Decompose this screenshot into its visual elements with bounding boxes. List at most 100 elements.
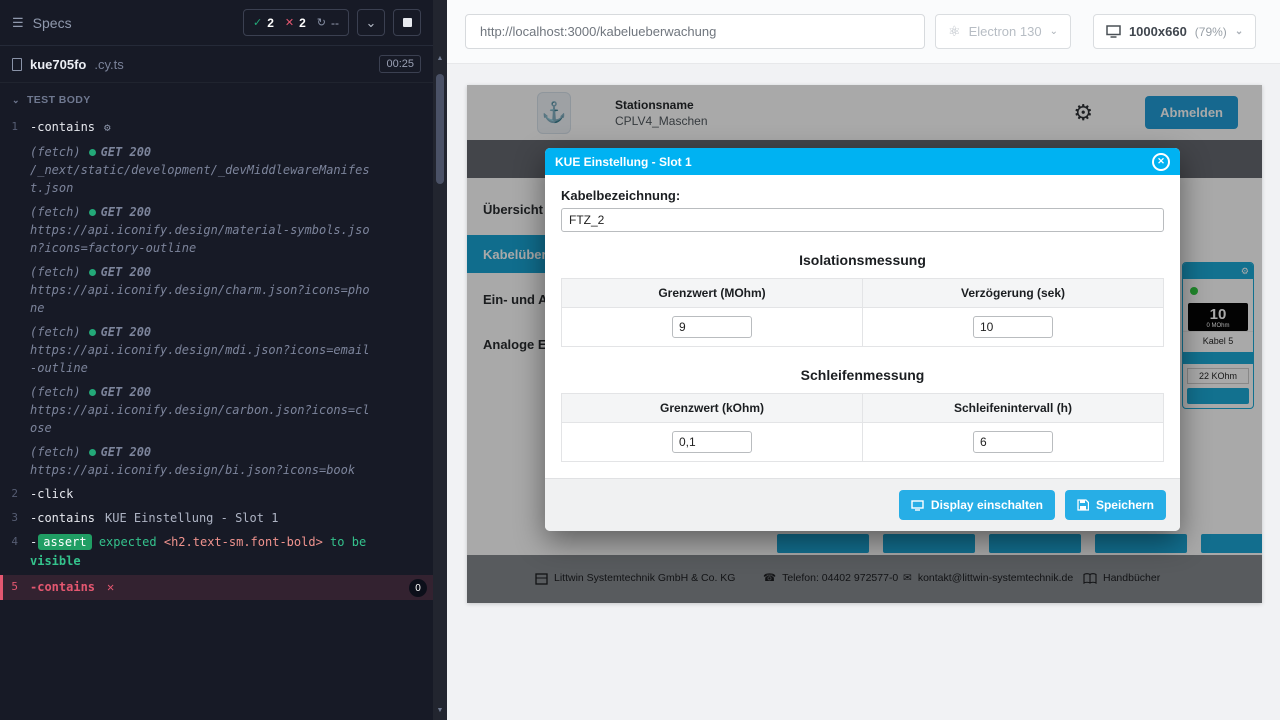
loop-table: Grenzwert (kOhm) Schleifenintervall (h) bbox=[561, 393, 1164, 462]
viewport-select[interactable]: 1000x660 (79%) ⌄ bbox=[1093, 14, 1256, 49]
specs-label: Specs bbox=[33, 15, 72, 31]
command-content: -containsKUE Einstellung - Slot 1 bbox=[30, 509, 427, 527]
fail-x-icon: ✕ bbox=[107, 580, 114, 594]
fetch-url: https://api.iconify.design/carbon.json?i… bbox=[30, 401, 375, 437]
command-content: (fetch)GET 200https://api.iconify.design… bbox=[30, 383, 427, 437]
display-on-button[interactable]: Display einschalten bbox=[899, 490, 1055, 520]
status-ok-dot bbox=[89, 149, 96, 156]
cable-designation-input[interactable] bbox=[561, 208, 1164, 232]
spec-name: kue705fo bbox=[30, 57, 86, 72]
command-content: -contains⚙ bbox=[30, 118, 427, 137]
command-content: (fetch)GET 200https://api.iconify.design… bbox=[30, 323, 427, 377]
spec-extension: .cy.ts bbox=[94, 57, 123, 72]
loop-limit-input[interactable] bbox=[672, 431, 752, 453]
line-number bbox=[0, 203, 30, 205]
command-content: (fetch)GET 200/_next/static/development/… bbox=[30, 143, 427, 197]
loop-interval-input[interactable] bbox=[973, 431, 1053, 453]
line-number bbox=[0, 323, 30, 325]
command-row-click[interactable]: 2-click bbox=[0, 482, 433, 506]
monitor-icon bbox=[911, 500, 924, 511]
viewport-zoom: (79%) bbox=[1195, 25, 1227, 39]
command-row-contains[interactable]: 3-containsKUE Einstellung - Slot 1 bbox=[0, 506, 433, 530]
spec-timer: 00:25 bbox=[379, 55, 421, 73]
command-content: -contains✕ bbox=[30, 578, 409, 596]
scrollbar-thumb[interactable] bbox=[436, 74, 444, 184]
specs-menu-icon: ☰ bbox=[12, 15, 24, 31]
isolation-heading: Isolationsmessung bbox=[561, 252, 1164, 268]
line-number: 1 bbox=[0, 118, 30, 133]
viewport-size: 1000x660 bbox=[1129, 24, 1187, 39]
aut-toolbar: ⚛ Electron 130 ⌄ 1000x660 (79%) ⌄ bbox=[447, 0, 1280, 64]
browser-select[interactable]: ⚛ Electron 130 ⌄ bbox=[935, 14, 1071, 49]
line-number bbox=[0, 383, 30, 385]
iso-limit-header: Grenzwert (MOhm) bbox=[562, 279, 863, 308]
command-row-fetch[interactable]: (fetch)GET 200https://api.iconify.design… bbox=[0, 320, 433, 380]
status-ok-dot bbox=[89, 389, 96, 396]
command-content: -assert expected <h2.text-sm.font-bold> … bbox=[30, 533, 427, 573]
chevron-down-icon: ⌄ bbox=[1050, 26, 1058, 37]
stop-icon bbox=[403, 18, 412, 27]
stat-failed: ✕ 2 bbox=[285, 16, 306, 30]
fetch-url: https://api.iconify.design/bi.json?icons… bbox=[30, 461, 375, 479]
command-row-fetch[interactable]: (fetch)GET 200https://api.iconify.design… bbox=[0, 440, 433, 482]
fetch-url: /_next/static/development/_devMiddleware… bbox=[30, 161, 375, 197]
status-ok-dot bbox=[89, 329, 96, 336]
chevron-down-icon: ⌄ bbox=[12, 95, 20, 106]
reporter-main: ☰ Specs ✓ 2 ✕ 2 ↻ -- bbox=[0, 0, 433, 720]
aut-panel: ⚛ Electron 130 ⌄ 1000x660 (79%) ⌄ ⚓ Stat… bbox=[447, 0, 1280, 720]
electron-icon: ⚛ bbox=[948, 23, 961, 40]
isolation-table: Grenzwert (MOhm) Verzögerung (sek) bbox=[561, 278, 1164, 347]
close-icon[interactable]: ✕ bbox=[1152, 153, 1170, 171]
spec-header: kue705fo .cy.ts 00:25 bbox=[0, 46, 433, 83]
modal-body: Kabelbezeichnung: Isolationsmessung Gren… bbox=[545, 175, 1180, 462]
command-row-assert[interactable]: 4-assert expected <h2.text-sm.font-bold>… bbox=[0, 530, 433, 576]
line-number bbox=[0, 443, 30, 445]
command-row-fetch[interactable]: (fetch)GET 200https://api.iconify.design… bbox=[0, 260, 433, 320]
fetch-url: https://api.iconify.design/mdi.json?icon… bbox=[30, 341, 375, 377]
line-number: 4 bbox=[0, 533, 30, 548]
pending-count: -- bbox=[331, 16, 339, 30]
collapse-button[interactable]: ⌄ bbox=[357, 9, 385, 36]
test-body-toggle[interactable]: ⌄ TEST BODY bbox=[0, 83, 433, 113]
command-row-contains[interactable]: 5-contains✕0 bbox=[0, 575, 433, 600]
scroll-up-icon[interactable]: ▲ bbox=[437, 54, 444, 64]
command-row-fetch[interactable]: (fetch)GET 200/_next/static/development/… bbox=[0, 140, 433, 200]
line-number: 3 bbox=[0, 509, 30, 524]
loop-heading: Schleifenmessung bbox=[561, 367, 1164, 383]
reporter-scrollbar[interactable]: ▲ ▼ bbox=[433, 0, 447, 720]
spec-file[interactable]: kue705fo .cy.ts bbox=[12, 57, 124, 72]
chevron-down-icon: ⌄ bbox=[366, 15, 377, 31]
line-number bbox=[0, 263, 30, 265]
command-log: 1-contains⚙ (fetch)GET 200/_next/static/d… bbox=[0, 113, 433, 720]
specs-button[interactable]: ☰ Specs bbox=[12, 15, 72, 31]
iso-limit-input[interactable] bbox=[672, 316, 752, 338]
line-number: 5 bbox=[3, 578, 30, 593]
url-input[interactable] bbox=[465, 14, 925, 49]
fetch-url: https://api.iconify.design/charm.json?ic… bbox=[30, 281, 375, 317]
document-icon bbox=[12, 58, 22, 71]
command-content: (fetch)GET 200https://api.iconify.design… bbox=[30, 443, 427, 479]
stat-pending: ↻ -- bbox=[317, 16, 339, 30]
command-row-fetch[interactable]: (fetch)GET 200https://api.iconify.design… bbox=[0, 380, 433, 440]
scroll-down-icon[interactable]: ▼ bbox=[437, 706, 444, 716]
gear-icon: ⚙ bbox=[104, 121, 111, 134]
line-number: 2 bbox=[0, 485, 30, 500]
floppy-icon bbox=[1077, 499, 1089, 511]
command-count-badge: 0 bbox=[409, 579, 427, 597]
restart-icon: ↻ bbox=[317, 16, 326, 29]
loop-limit-header: Grenzwert (kOhm) bbox=[562, 394, 863, 423]
save-button[interactable]: Speichern bbox=[1065, 490, 1166, 520]
iso-delay-input[interactable] bbox=[973, 316, 1053, 338]
command-content: -click bbox=[30, 485, 427, 503]
test-stats: ✓ 2 ✕ 2 ↻ -- bbox=[243, 9, 349, 36]
modal-title: KUE Einstellung - Slot 1 bbox=[555, 155, 692, 169]
chevron-down-icon: ⌄ bbox=[1235, 26, 1243, 37]
command-row-contains[interactable]: 1-contains⚙ bbox=[0, 115, 433, 140]
passed-count: 2 bbox=[267, 16, 274, 30]
status-ok-dot bbox=[89, 209, 96, 216]
command-row-fetch[interactable]: (fetch)GET 200https://api.iconify.design… bbox=[0, 200, 433, 260]
cable-designation-label: Kabelbezeichnung: bbox=[561, 188, 1164, 203]
line-number bbox=[0, 143, 30, 145]
status-ok-dot bbox=[89, 269, 96, 276]
stop-button[interactable] bbox=[393, 9, 421, 36]
